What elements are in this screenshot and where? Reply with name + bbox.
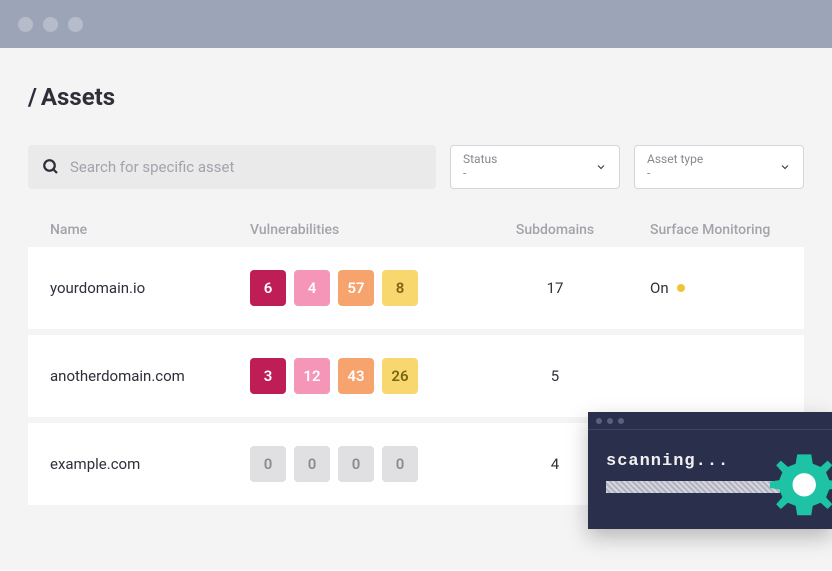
- gear-icon: [766, 445, 832, 523]
- chevron-down-icon: [779, 161, 791, 173]
- low-count-badge: 8: [382, 270, 418, 306]
- status-dropdown-label: Status: [463, 153, 497, 167]
- window-dot: [43, 17, 58, 32]
- medium-count-badge: 57: [338, 270, 374, 306]
- search-field-wrap[interactable]: [28, 145, 436, 189]
- critical-count-badge: 3: [250, 358, 286, 394]
- search-input[interactable]: [70, 158, 422, 176]
- column-header-subdomains[interactable]: Subdomains: [480, 222, 630, 238]
- controls-row: Status - Asset type -: [28, 145, 804, 189]
- asset-type-dropdown-value: -: [647, 167, 703, 181]
- scanner-progress-bar: [606, 481, 780, 493]
- asset-type-dropdown-label: Asset type: [647, 153, 703, 167]
- scanner-popup: scanning...: [588, 412, 832, 529]
- status-dot-icon: [677, 284, 685, 292]
- window-dot: [596, 418, 602, 424]
- window-dot: [18, 17, 33, 32]
- chevron-down-icon: [595, 161, 607, 173]
- vulnerability-badges: 0 0 0 0: [250, 446, 480, 482]
- high-count-badge: 4: [294, 270, 330, 306]
- window-dot: [607, 418, 613, 424]
- window-titlebar: [0, 0, 832, 48]
- surface-monitoring-status: On: [650, 279, 669, 297]
- breadcrumb-slash: /: [28, 83, 37, 111]
- status-dropdown-value: -: [463, 167, 497, 181]
- status-dropdown[interactable]: Status -: [450, 145, 620, 189]
- asset-name: example.com: [50, 455, 250, 473]
- search-icon: [42, 158, 60, 176]
- low-count-badge: 26: [382, 358, 418, 394]
- subdomain-count: 17: [480, 279, 630, 297]
- high-count-badge: 12: [294, 358, 330, 394]
- scanner-titlebar: [588, 412, 832, 430]
- table-header: Name Vulnerabilities Subdomains Surface …: [28, 213, 804, 247]
- column-header-vulnerabilities[interactable]: Vulnerabilities: [250, 222, 480, 238]
- surface-monitoring-cell: On: [630, 279, 782, 297]
- asset-name: yourdomain.io: [50, 279, 250, 297]
- table-row[interactable]: yourdomain.io 6 4 57 8 17 On: [28, 247, 804, 329]
- page-title-text: Assets: [41, 83, 115, 111]
- medium-count-badge: 43: [338, 358, 374, 394]
- medium-count-badge: 0: [338, 446, 374, 482]
- high-count-badge: 0: [294, 446, 330, 482]
- window-dot: [68, 17, 83, 32]
- critical-count-badge: 6: [250, 270, 286, 306]
- low-count-badge: 0: [382, 446, 418, 482]
- asset-name: anotherdomain.com: [50, 367, 250, 385]
- window-dot: [618, 418, 624, 424]
- critical-count-badge: 0: [250, 446, 286, 482]
- subdomain-count: 5: [480, 367, 630, 385]
- page-title: /Assets: [28, 83, 804, 111]
- column-header-surface-monitoring[interactable]: Surface Monitoring: [630, 222, 782, 238]
- vulnerability-badges: 3 12 43 26: [250, 358, 480, 394]
- table-row[interactable]: anotherdomain.com 3 12 43 26 5: [28, 335, 804, 417]
- vulnerability-badges: 6 4 57 8: [250, 270, 480, 306]
- asset-type-dropdown[interactable]: Asset type -: [634, 145, 804, 189]
- column-header-name[interactable]: Name: [50, 222, 250, 238]
